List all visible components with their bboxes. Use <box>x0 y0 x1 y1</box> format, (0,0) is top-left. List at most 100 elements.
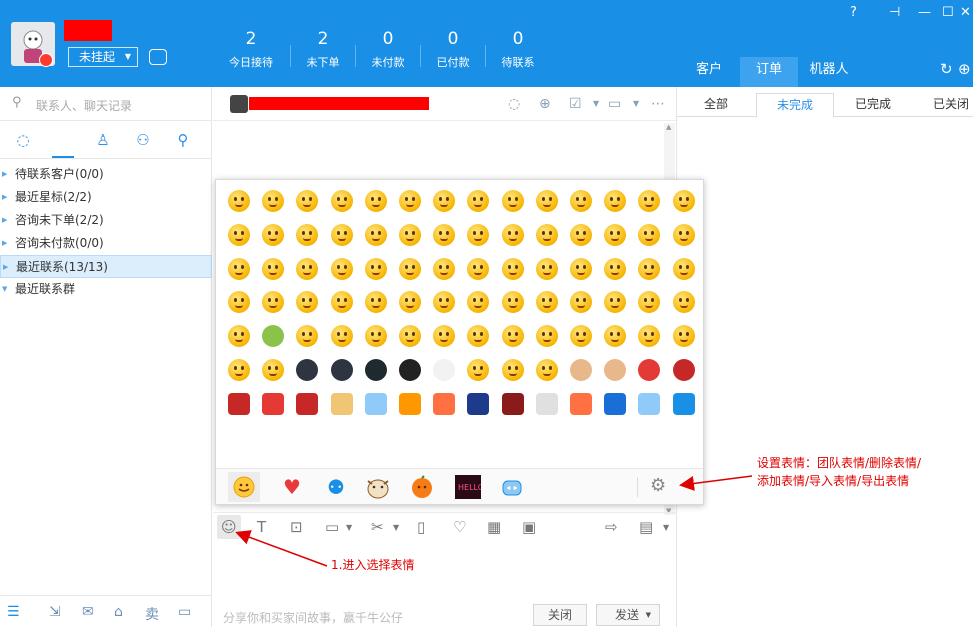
video-icon[interactable]: ▭ <box>608 96 621 112</box>
emoji-item[interactable] <box>228 190 250 212</box>
emoji-item[interactable] <box>502 258 524 280</box>
emoji-icon[interactable]: ☺ <box>221 518 237 536</box>
tab-closed-orders[interactable]: 已关闭 <box>912 95 973 112</box>
emoji-item[interactable] <box>296 224 318 246</box>
stat-unpaid[interactable]: 0 未付款 <box>353 29 423 70</box>
emoji-item[interactable] <box>296 325 318 347</box>
gear-icon[interactable]: ⚙ <box>650 475 666 496</box>
tree-group-recent[interactable]: ▶ 最近联系(13/13) <box>0 255 212 278</box>
chevron-down-icon[interactable]: ▼ <box>646 605 651 625</box>
emoji-item[interactable] <box>365 224 387 246</box>
scissors-icon[interactable]: ✂ <box>371 518 384 536</box>
emoji-item[interactable] <box>365 291 387 313</box>
emoji-item[interactable] <box>399 393 421 415</box>
emoji-item[interactable] <box>570 393 592 415</box>
chat-bubble-icon[interactable]: ◌ <box>508 96 520 112</box>
tree-group-not-ordered[interactable]: ▶ 咨询未下单(2/2) <box>0 209 212 232</box>
emoji-item[interactable] <box>467 325 489 347</box>
emoji-item[interactable] <box>228 258 250 280</box>
emoji-item[interactable] <box>604 325 626 347</box>
emoji-item[interactable] <box>502 190 524 212</box>
emoji-item[interactable] <box>467 190 489 212</box>
emoji-item[interactable] <box>433 291 455 313</box>
emoji-item[interactable] <box>228 291 250 313</box>
heart-icon[interactable]: ♡ <box>453 518 466 536</box>
stat-paid[interactable]: 0 已付款 <box>418 29 488 70</box>
chevron-down-icon[interactable]: ▼ <box>393 523 399 532</box>
close-button[interactable]: 关闭 <box>533 604 587 626</box>
emoji-item[interactable] <box>570 291 592 313</box>
chevron-down-icon[interactable]: ▼ <box>593 99 599 108</box>
emoji-item[interactable] <box>331 190 353 212</box>
smiley-icon[interactable] <box>228 472 260 502</box>
emoji-item[interactable] <box>638 291 660 313</box>
emoji-item[interactable] <box>502 393 524 415</box>
emoji-item[interactable] <box>331 393 353 415</box>
emoji-item[interactable] <box>502 359 524 381</box>
emoji-item[interactable] <box>673 224 695 246</box>
emoji-item[interactable] <box>673 325 695 347</box>
stat-not-ordered[interactable]: 2 未下单 <box>288 29 358 70</box>
emoji-item[interactable] <box>536 190 558 212</box>
tree-group-starred[interactable]: ▶ 最近星标(2/2) <box>0 186 212 209</box>
scroll-up-icon[interactable]: ▲ <box>666 123 671 131</box>
export-icon[interactable]: ⇲ <box>49 604 61 620</box>
emoji-item[interactable] <box>536 224 558 246</box>
emoji-item[interactable] <box>638 258 660 280</box>
hello-kitty-icon[interactable]: HELLO <box>452 472 484 502</box>
pin-icon[interactable]: ⊣ <box>889 5 900 20</box>
tree-group-unpaid[interactable]: ▶ 咨询未付款(0/0) <box>0 232 212 255</box>
emoji-item[interactable] <box>399 359 421 381</box>
emoji-item[interactable] <box>433 224 455 246</box>
emoji-item[interactable] <box>638 224 660 246</box>
emoji-item[interactable] <box>536 393 558 415</box>
chat-contact-avatar[interactable] <box>230 95 248 113</box>
emoji-item[interactable] <box>296 291 318 313</box>
transfer-icon[interactable]: ⇨ <box>605 518 618 536</box>
chat-bubble-icon[interactable]: ◌ <box>13 131 33 151</box>
group-icon[interactable]: ⚇ <box>133 131 153 151</box>
emoji-item[interactable] <box>331 359 353 381</box>
emoji-item[interactable] <box>536 325 558 347</box>
emoji-item[interactable] <box>365 393 387 415</box>
help-icon[interactable]: ? <box>850 5 857 20</box>
emoji-item[interactable] <box>467 258 489 280</box>
emoji-item[interactable] <box>570 325 592 347</box>
tab-finished-orders[interactable]: 已完成 <box>834 95 912 112</box>
emoji-item[interactable] <box>467 224 489 246</box>
font-icon[interactable]: T <box>257 518 266 536</box>
emoji-item[interactable] <box>467 359 489 381</box>
emoji-item[interactable] <box>399 258 421 280</box>
emoji-item[interactable] <box>433 258 455 280</box>
emoji-item[interactable] <box>433 359 455 381</box>
sell-icon[interactable]: 卖 <box>145 604 159 624</box>
robot-icon[interactable] <box>496 472 528 502</box>
emoji-item[interactable] <box>399 224 421 246</box>
emoji-item[interactable] <box>570 258 592 280</box>
orange-icon[interactable] <box>406 472 438 502</box>
status-dropdown[interactable]: 未挂起 ▼ <box>68 47 138 67</box>
maximize-icon[interactable]: ☐ <box>942 5 954 20</box>
emoji-item[interactable] <box>331 325 353 347</box>
heart-icon[interactable]: ♥ <box>276 472 308 502</box>
emoji-item[interactable] <box>673 190 695 212</box>
emoji-item[interactable] <box>604 258 626 280</box>
emoji-item[interactable] <box>502 325 524 347</box>
emoji-item[interactable] <box>262 258 284 280</box>
emoji-item[interactable] <box>536 258 558 280</box>
emoji-item[interactable] <box>673 291 695 313</box>
emoji-item[interactable] <box>502 224 524 246</box>
emoji-item[interactable] <box>262 190 284 212</box>
mail-icon[interactable]: ✉ <box>82 604 94 620</box>
tree-group-recent-groups[interactable]: ▼ 最近联系群 <box>0 278 212 301</box>
tab-all-orders[interactable]: 全部 <box>677 95 755 112</box>
emoji-item[interactable] <box>536 291 558 313</box>
emoji-item[interactable] <box>433 393 455 415</box>
emoji-item[interactable] <box>296 258 318 280</box>
person-icon[interactable]: ♙ <box>93 131 113 151</box>
tab-unfinished-orders[interactable]: 未完成 <box>756 93 834 118</box>
emoji-item[interactable] <box>228 359 250 381</box>
emoji-item[interactable] <box>467 291 489 313</box>
chevron-down-icon[interactable]: ▼ <box>633 99 639 108</box>
window-icon[interactable]: ▭ <box>178 604 191 620</box>
